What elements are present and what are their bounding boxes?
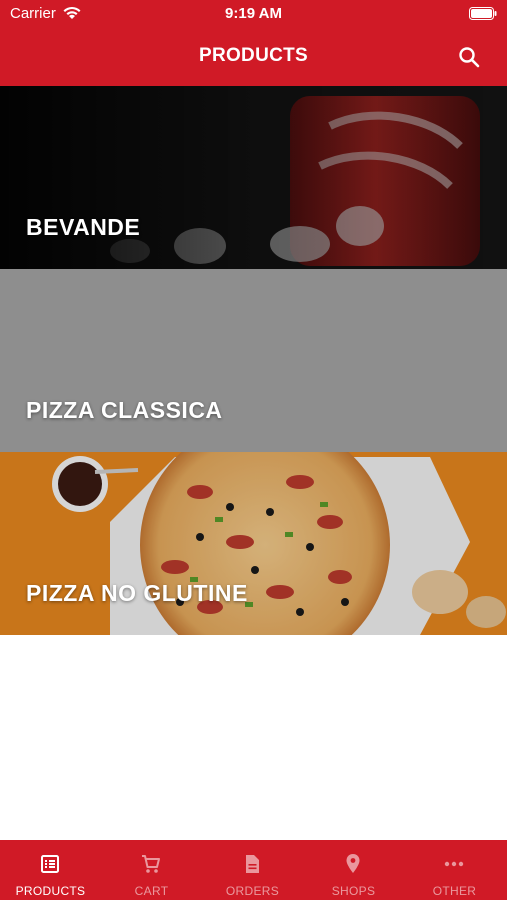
category-pizza-classica[interactable]: PIZZA CLASSICA [0,269,507,452]
search-icon[interactable] [457,45,481,69]
tab-cart[interactable]: CART [101,840,202,900]
tab-shops[interactable]: SHOPS [303,840,404,900]
cola-image [0,86,507,269]
battery-icon [469,7,497,20]
clock: 9:19 AM [225,5,282,22]
tab-label: ORDERS [225,884,280,898]
location-pin-icon [346,854,360,873]
page-title: PRODUCTS [198,45,308,66]
status-bar: Carrier 9:19 AM [0,0,507,28]
tab-other[interactable]: OTHER [404,840,505,900]
category-label: PIZZA NO GLUTINE [26,580,248,606]
tab-label: OTHER [432,884,477,898]
tab-bar: PRODUCTS CART ORDERS SHOPS OTHER [0,840,507,900]
nav-bar: PRODUCTS [0,28,507,86]
document-icon [246,855,259,873]
tab-orders[interactable]: ORDERS [202,840,303,900]
tab-label: SHOPS [331,884,376,898]
tab-label: PRODUCTS [15,884,86,898]
tab-products[interactable]: PRODUCTS [0,840,101,900]
list-icon [41,855,59,873]
category-bevande[interactable]: BEVANDE [0,86,507,269]
pizza-image [0,452,507,635]
category-label: PIZZA CLASSICA [26,397,223,423]
cart-icon [142,855,160,873]
more-dots-icon [444,861,464,867]
tab-label: CART [134,884,169,898]
category-pizza-no-glutine[interactable]: PIZZA NO GLUTINE [0,452,507,635]
category-label: BEVANDE [26,214,141,240]
